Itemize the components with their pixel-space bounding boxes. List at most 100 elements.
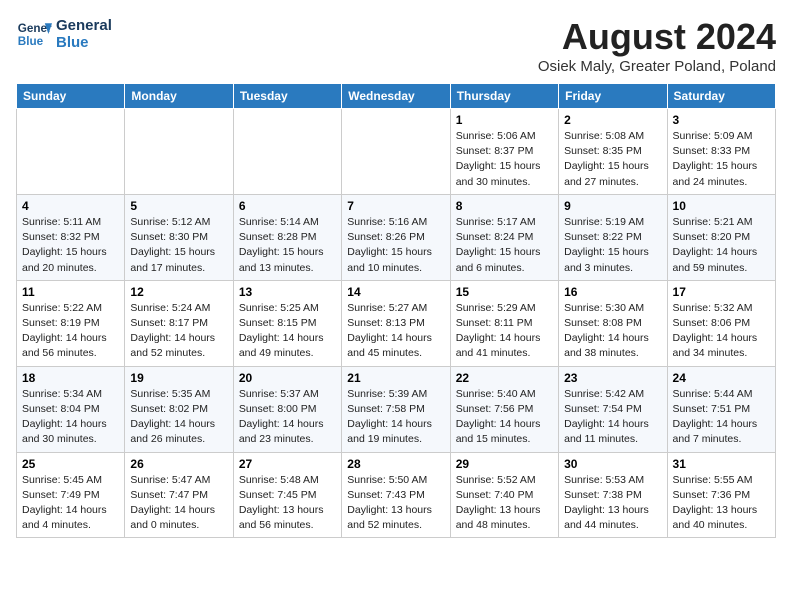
day-number: 22: [456, 371, 553, 385]
day-info: Sunrise: 5:11 AM Sunset: 8:32 PM Dayligh…: [22, 215, 119, 276]
day-info: Sunrise: 5:30 AM Sunset: 8:08 PM Dayligh…: [564, 301, 661, 362]
day-number: 2: [564, 113, 661, 127]
weekday-header-row: SundayMondayTuesdayWednesdayThursdayFrid…: [17, 84, 776, 109]
logo-icon: General Blue: [16, 16, 52, 52]
day-info: Sunrise: 5:39 AM Sunset: 7:58 PM Dayligh…: [347, 387, 444, 448]
week-row-3: 11 Sunrise: 5:22 AM Sunset: 8:19 PM Dayli…: [17, 280, 776, 366]
calendar-cell: [233, 109, 341, 195]
calendar-cell: 28 Sunrise: 5:50 AM Sunset: 7:43 PM Dayli…: [342, 452, 450, 538]
calendar-cell: 23Sunrise: 5:42 AM Sunset: 7:54 PM Dayli…: [559, 366, 667, 452]
calendar-cell: 22 Sunrise: 5:40 AM Sunset: 7:56 PM Dayli…: [450, 366, 558, 452]
day-info: Sunrise: 5:40 AM Sunset: 7:56 PM Dayligh…: [456, 387, 553, 448]
week-row-1: 1 Sunrise: 5:06 AM Sunset: 8:37 PM Daylig…: [17, 109, 776, 195]
calendar-cell: 12 Sunrise: 5:24 AM Sunset: 8:17 PM Dayli…: [125, 280, 233, 366]
calendar-cell: 24 Sunrise: 5:44 AM Sunset: 7:51 PM Dayli…: [667, 366, 775, 452]
day-number: 21: [347, 371, 444, 385]
weekday-header-saturday: Saturday: [667, 84, 775, 109]
day-number: 11: [22, 285, 119, 299]
calendar-cell: 1 Sunrise: 5:06 AM Sunset: 8:37 PM Daylig…: [450, 109, 558, 195]
day-info: Sunrise: 5:22 AM Sunset: 8:19 PM Dayligh…: [22, 301, 119, 362]
day-info: Sunrise: 5:50 AM Sunset: 7:43 PM Dayligh…: [347, 473, 444, 534]
day-info: Sunrise: 5:08 AM Sunset: 8:35 PM Dayligh…: [564, 129, 661, 190]
day-number: 9: [564, 199, 661, 213]
calendar-cell: 16 Sunrise: 5:30 AM Sunset: 8:08 PM Dayli…: [559, 280, 667, 366]
day-info: Sunrise: 5:53 AM Sunset: 7:38 PM Dayligh…: [564, 473, 661, 534]
calendar-cell: 27Sunrise: 5:48 AM Sunset: 7:45 PM Dayli…: [233, 452, 341, 538]
weekday-header-friday: Friday: [559, 84, 667, 109]
day-number: 26: [130, 457, 227, 471]
calendar-cell: 19 Sunrise: 5:35 AM Sunset: 8:02 PM Dayli…: [125, 366, 233, 452]
day-info: Sunrise: 5:14 AM Sunset: 8:28 PM Dayligh…: [239, 215, 336, 276]
weekday-header-wednesday: Wednesday: [342, 84, 450, 109]
calendar-cell: 30 Sunrise: 5:53 AM Sunset: 7:38 PM Dayli…: [559, 452, 667, 538]
day-number: 5: [130, 199, 227, 213]
day-info: Sunrise: 5:24 AM Sunset: 8:17 PM Dayligh…: [130, 301, 227, 362]
day-number: 16: [564, 285, 661, 299]
month-title: August 2024: [538, 16, 776, 58]
day-number: 30: [564, 457, 661, 471]
day-info: Sunrise: 5:25 AM Sunset: 8:15 PM Dayligh…: [239, 301, 336, 362]
day-number: 18: [22, 371, 119, 385]
location-title: Osiek Maly, Greater Poland, Poland: [538, 58, 776, 75]
day-info: Sunrise: 5:09 AM Sunset: 8:33 PM Dayligh…: [673, 129, 770, 190]
day-info: Sunrise: 5:06 AM Sunset: 8:37 PM Dayligh…: [456, 129, 553, 190]
calendar-cell: 31 Sunrise: 5:55 AM Sunset: 7:36 PM Dayli…: [667, 452, 775, 538]
day-number: 1: [456, 113, 553, 127]
calendar-cell: 18 Sunrise: 5:34 AM Sunset: 8:04 PM Dayli…: [17, 366, 125, 452]
day-info: Sunrise: 5:47 AM Sunset: 7:47 PM Dayligh…: [130, 473, 227, 534]
day-number: 28: [347, 457, 444, 471]
calendar-cell: 4 Sunrise: 5:11 AM Sunset: 8:32 PM Daylig…: [17, 194, 125, 280]
day-info: Sunrise: 5:21 AM Sunset: 8:20 PM Dayligh…: [673, 215, 770, 276]
day-number: 10: [673, 199, 770, 213]
day-info: Sunrise: 5:55 AM Sunset: 7:36 PM Dayligh…: [673, 473, 770, 534]
calendar-cell: 3Sunrise: 5:09 AM Sunset: 8:33 PM Daylig…: [667, 109, 775, 195]
calendar-cell: 14Sunrise: 5:27 AM Sunset: 8:13 PM Dayli…: [342, 280, 450, 366]
calendar-cell: [17, 109, 125, 195]
day-info: Sunrise: 5:34 AM Sunset: 8:04 PM Dayligh…: [22, 387, 119, 448]
day-info: Sunrise: 5:45 AM Sunset: 7:49 PM Dayligh…: [22, 473, 119, 534]
day-number: 13: [239, 285, 336, 299]
day-number: 6: [239, 199, 336, 213]
day-number: 15: [456, 285, 553, 299]
day-number: 24: [673, 371, 770, 385]
calendar-cell: 5Sunrise: 5:12 AM Sunset: 8:30 PM Daylig…: [125, 194, 233, 280]
calendar-cell: [342, 109, 450, 195]
calendar-cell: 7Sunrise: 5:16 AM Sunset: 8:26 PM Daylig…: [342, 194, 450, 280]
weekday-header-sunday: Sunday: [17, 84, 125, 109]
day-info: Sunrise: 5:32 AM Sunset: 8:06 PM Dayligh…: [673, 301, 770, 362]
svg-text:Blue: Blue: [18, 35, 44, 48]
calendar-cell: 6 Sunrise: 5:14 AM Sunset: 8:28 PM Daylig…: [233, 194, 341, 280]
day-number: 19: [130, 371, 227, 385]
day-number: 31: [673, 457, 770, 471]
day-number: 29: [456, 457, 553, 471]
day-info: Sunrise: 5:52 AM Sunset: 7:40 PM Dayligh…: [456, 473, 553, 534]
day-number: 4: [22, 199, 119, 213]
calendar-cell: 21 Sunrise: 5:39 AM Sunset: 7:58 PM Dayli…: [342, 366, 450, 452]
day-number: 20: [239, 371, 336, 385]
calendar-cell: 8 Sunrise: 5:17 AM Sunset: 8:24 PM Daylig…: [450, 194, 558, 280]
logo-blue: Blue: [56, 34, 112, 51]
calendar-cell: [125, 109, 233, 195]
day-info: Sunrise: 5:44 AM Sunset: 7:51 PM Dayligh…: [673, 387, 770, 448]
day-number: 7: [347, 199, 444, 213]
calendar-cell: 26 Sunrise: 5:47 AM Sunset: 7:47 PM Dayli…: [125, 452, 233, 538]
day-number: 23: [564, 371, 661, 385]
day-info: Sunrise: 5:29 AM Sunset: 8:11 PM Dayligh…: [456, 301, 553, 362]
calendar-cell: 13 Sunrise: 5:25 AM Sunset: 8:15 PM Dayli…: [233, 280, 341, 366]
logo: General Blue General Blue: [16, 16, 112, 52]
calendar-cell: 29 Sunrise: 5:52 AM Sunset: 7:40 PM Dayli…: [450, 452, 558, 538]
calendar-cell: 11 Sunrise: 5:22 AM Sunset: 8:19 PM Dayli…: [17, 280, 125, 366]
calendar-table: SundayMondayTuesdayWednesdayThursdayFrid…: [16, 83, 776, 538]
week-row-2: 4 Sunrise: 5:11 AM Sunset: 8:32 PM Daylig…: [17, 194, 776, 280]
page-header: General Blue General Blue August 2024 Os…: [16, 16, 776, 75]
day-info: Sunrise: 5:48 AM Sunset: 7:45 PM Dayligh…: [239, 473, 336, 534]
day-info: Sunrise: 5:17 AM Sunset: 8:24 PM Dayligh…: [456, 215, 553, 276]
day-info: Sunrise: 5:19 AM Sunset: 8:22 PM Dayligh…: [564, 215, 661, 276]
title-block: August 2024 Osiek Maly, Greater Poland, …: [538, 16, 776, 75]
week-row-5: 25Sunrise: 5:45 AM Sunset: 7:49 PM Dayli…: [17, 452, 776, 538]
weekday-header-tuesday: Tuesday: [233, 84, 341, 109]
day-number: 8: [456, 199, 553, 213]
day-info: Sunrise: 5:35 AM Sunset: 8:02 PM Dayligh…: [130, 387, 227, 448]
weekday-header-thursday: Thursday: [450, 84, 558, 109]
day-number: 12: [130, 285, 227, 299]
